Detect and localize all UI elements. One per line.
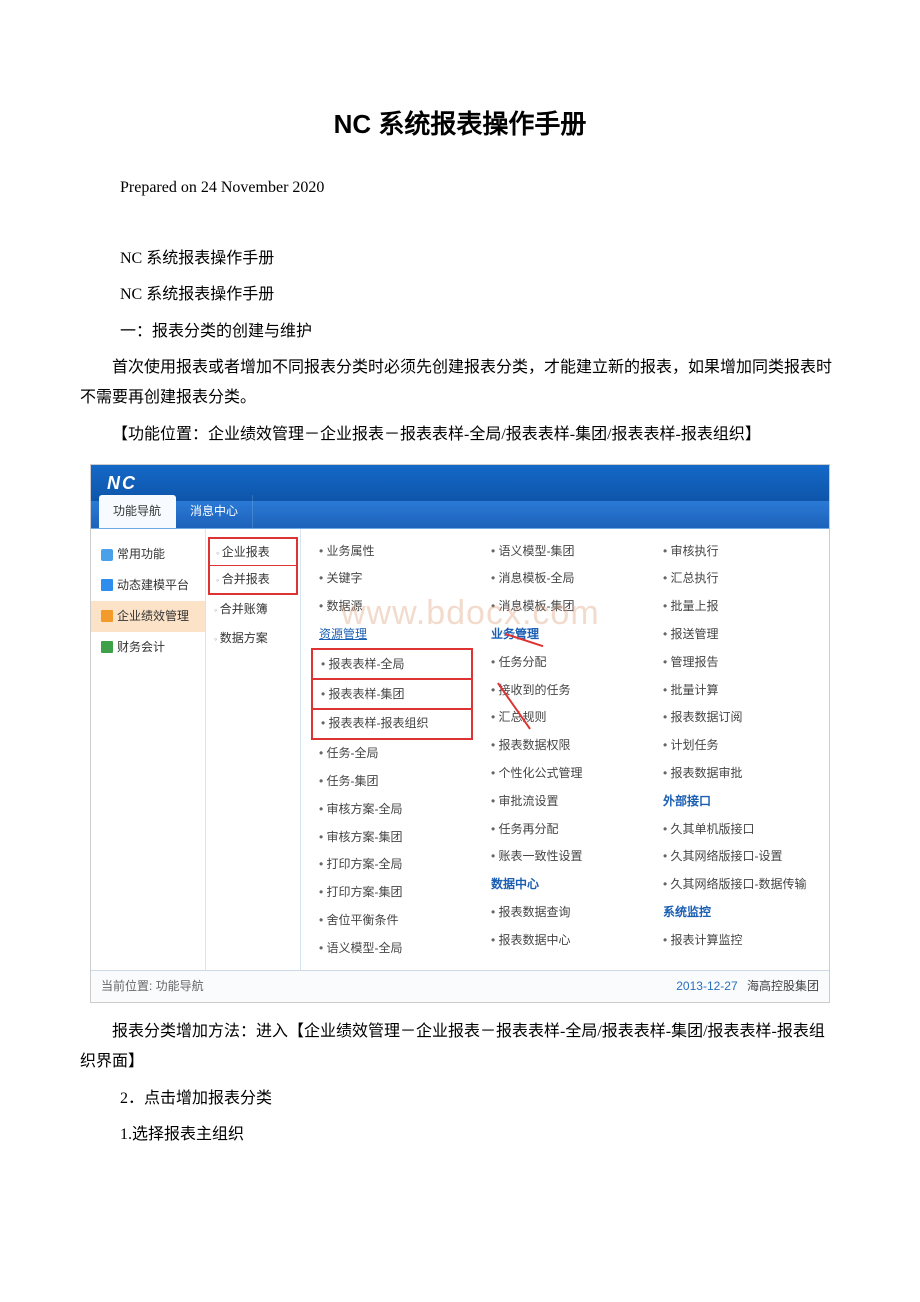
nc-left-nav: 常用功能 动态建模平台 企业绩效管理 财务会计 (91, 529, 206, 970)
menu-item[interactable]: 任务-集团 (313, 768, 473, 796)
menu-item[interactable]: 报表数据订阅 (657, 704, 817, 732)
menu-item[interactable]: 语义模型-集团 (485, 537, 645, 565)
menu-item[interactable]: 消息模板-集团 (485, 593, 645, 621)
left-item-perf[interactable]: 企业绩效管理 (91, 601, 205, 632)
monitor-icon (101, 549, 113, 561)
menu-group-resource[interactable]: 资源管理 (313, 621, 473, 649)
menu-group-ext: 外部接口 (657, 787, 817, 815)
doc-icon (101, 641, 113, 653)
body-line-1: NC 系统报表操作手册 (120, 244, 840, 274)
nc-sub-nav: 企业报表 合并报表 合并账簿 数据方案 (206, 529, 301, 970)
step-2: 2．点击增加报表分类 (120, 1084, 840, 1114)
menu-item[interactable]: 消息模板-全局 (485, 565, 645, 593)
left-item-fin[interactable]: 财务会计 (91, 632, 205, 663)
nc-tabbar: 功能导航 消息中心 (91, 501, 829, 529)
menu-item[interactable]: 审核方案-全局 (313, 795, 473, 823)
menu-item[interactable]: 任务再分配 (485, 815, 645, 843)
paragraph-1: 首次使用报表或者增加不同报表分类时必须先创建报表分类，才能建立新的报表，如果增加… (80, 353, 840, 414)
menu-col-3: 审核执行 汇总执行 批量上报 报送管理 管理报告 批量计算 报表数据订阅 计划任… (651, 537, 823, 962)
nc-menu-columns: www.bdocx.com 业务属性 关键字 数据源 资源管理 报表表样-全局 … (301, 529, 829, 970)
status-date: 2013-12-27 (676, 979, 737, 993)
status-location: 当前位置: 功能导航 (101, 975, 204, 998)
menu-item[interactable]: 报送管理 (657, 621, 817, 649)
menu-item[interactable]: 打印方案-集团 (313, 879, 473, 907)
nc-screenshot: NC 功能导航 消息中心 常用功能 动态建模平台 企业绩效管理 财务会计 企业报… (90, 464, 830, 1003)
menu-item[interactable]: 久其单机版接口 (657, 815, 817, 843)
left-label: 财务会计 (117, 636, 165, 659)
sub-item-ent-report[interactable]: 企业报表 (208, 537, 298, 566)
menu-item-org-sample[interactable]: 报表表样-报表组织 (311, 710, 473, 740)
left-label: 常用功能 (117, 543, 165, 566)
menu-item[interactable]: 久其网络版接口-设置 (657, 843, 817, 871)
left-label: 企业绩效管理 (117, 605, 189, 628)
menu-item[interactable]: 报表数据审批 (657, 760, 817, 788)
tab-message-center[interactable]: 消息中心 (176, 495, 253, 528)
paragraph-2: 【功能位置：企业绩效管理－企业报表－报表表样-全局/报表表样-集团/报表表样-报… (80, 420, 840, 450)
menu-item[interactable]: 汇总规则 (485, 704, 645, 732)
menu-item[interactable]: 审核执行 (657, 537, 817, 565)
left-item-common[interactable]: 常用功能 (91, 539, 205, 570)
menu-item[interactable]: 任务分配 (485, 648, 645, 676)
body-line-2: NC 系统报表操作手册 (120, 280, 840, 310)
doc-title: NC 系统报表操作手册 (80, 100, 840, 149)
cube-icon (101, 579, 113, 591)
menu-item[interactable]: 任务-全局 (313, 740, 473, 768)
menu-item-global-sample[interactable]: 报表表样-全局 (311, 648, 473, 680)
left-item-model[interactable]: 动态建模平台 (91, 570, 205, 601)
menu-item[interactable]: 业务属性 (313, 537, 473, 565)
menu-item[interactable]: 关键字 (313, 565, 473, 593)
menu-item[interactable]: 报表数据查询 (485, 898, 645, 926)
paragraph-3: 报表分类增加方法：进入【企业绩效管理－企业报表－报表表样-全局/报表表样-集团/… (80, 1017, 840, 1078)
menu-item[interactable]: 账表一致性设置 (485, 843, 645, 871)
step-1: 1.选择报表主组织 (120, 1120, 840, 1150)
menu-col-1: 业务属性 关键字 数据源 资源管理 报表表样-全局 报表表样-集团 报表表样-报… (307, 537, 479, 962)
menu-item[interactable]: 审批流设置 (485, 787, 645, 815)
tab-function-nav[interactable]: 功能导航 (99, 495, 176, 528)
menu-item[interactable]: 报表计算监控 (657, 926, 817, 954)
menu-item[interactable]: 审核方案-集团 (313, 823, 473, 851)
sub-item-merge-report[interactable]: 合并报表 (208, 565, 298, 595)
menu-item[interactable]: 语义模型-全局 (313, 934, 473, 962)
sub-item-merge-book[interactable]: 合并账簿 (206, 595, 300, 624)
menu-item[interactable]: 个性化公式管理 (485, 760, 645, 788)
nc-statusbar: 当前位置: 功能导航 2013-12-27 海高控股集团 (91, 970, 829, 1002)
section-heading-1: 一：报表分类的创建与维护 (120, 317, 840, 347)
menu-item[interactable]: 报表数据权限 (485, 732, 645, 760)
grid-icon (101, 610, 113, 622)
menu-item[interactable]: 批量上报 (657, 593, 817, 621)
left-label: 动态建模平台 (117, 574, 189, 597)
menu-col-2: 语义模型-集团 消息模板-全局 消息模板-集团 业务管理 任务分配 接收到的任务… (479, 537, 651, 962)
menu-item[interactable]: 久其网络版接口-数据传输 (657, 871, 817, 899)
status-org: 海高控股集团 (747, 979, 819, 993)
menu-item[interactable]: 批量计算 (657, 676, 817, 704)
menu-item[interactable]: 汇总执行 (657, 565, 817, 593)
menu-item-group-sample[interactable]: 报表表样-集团 (311, 680, 473, 710)
menu-item[interactable]: 报表数据中心 (485, 926, 645, 954)
menu-group-data-center: 数据中心 (485, 871, 645, 899)
menu-item[interactable]: 计划任务 (657, 732, 817, 760)
prepared-date: Prepared on 24 November 2020 (120, 173, 840, 203)
menu-item[interactable]: 数据源 (313, 593, 473, 621)
sub-item-data-plan[interactable]: 数据方案 (206, 624, 300, 653)
status-right: 2013-12-27 海高控股集团 (676, 975, 819, 998)
menu-item[interactable]: 舍位平衡条件 (313, 906, 473, 934)
menu-item[interactable]: 打印方案-全局 (313, 851, 473, 879)
menu-item[interactable]: 管理报告 (657, 648, 817, 676)
menu-group-monitor: 系统监控 (657, 898, 817, 926)
